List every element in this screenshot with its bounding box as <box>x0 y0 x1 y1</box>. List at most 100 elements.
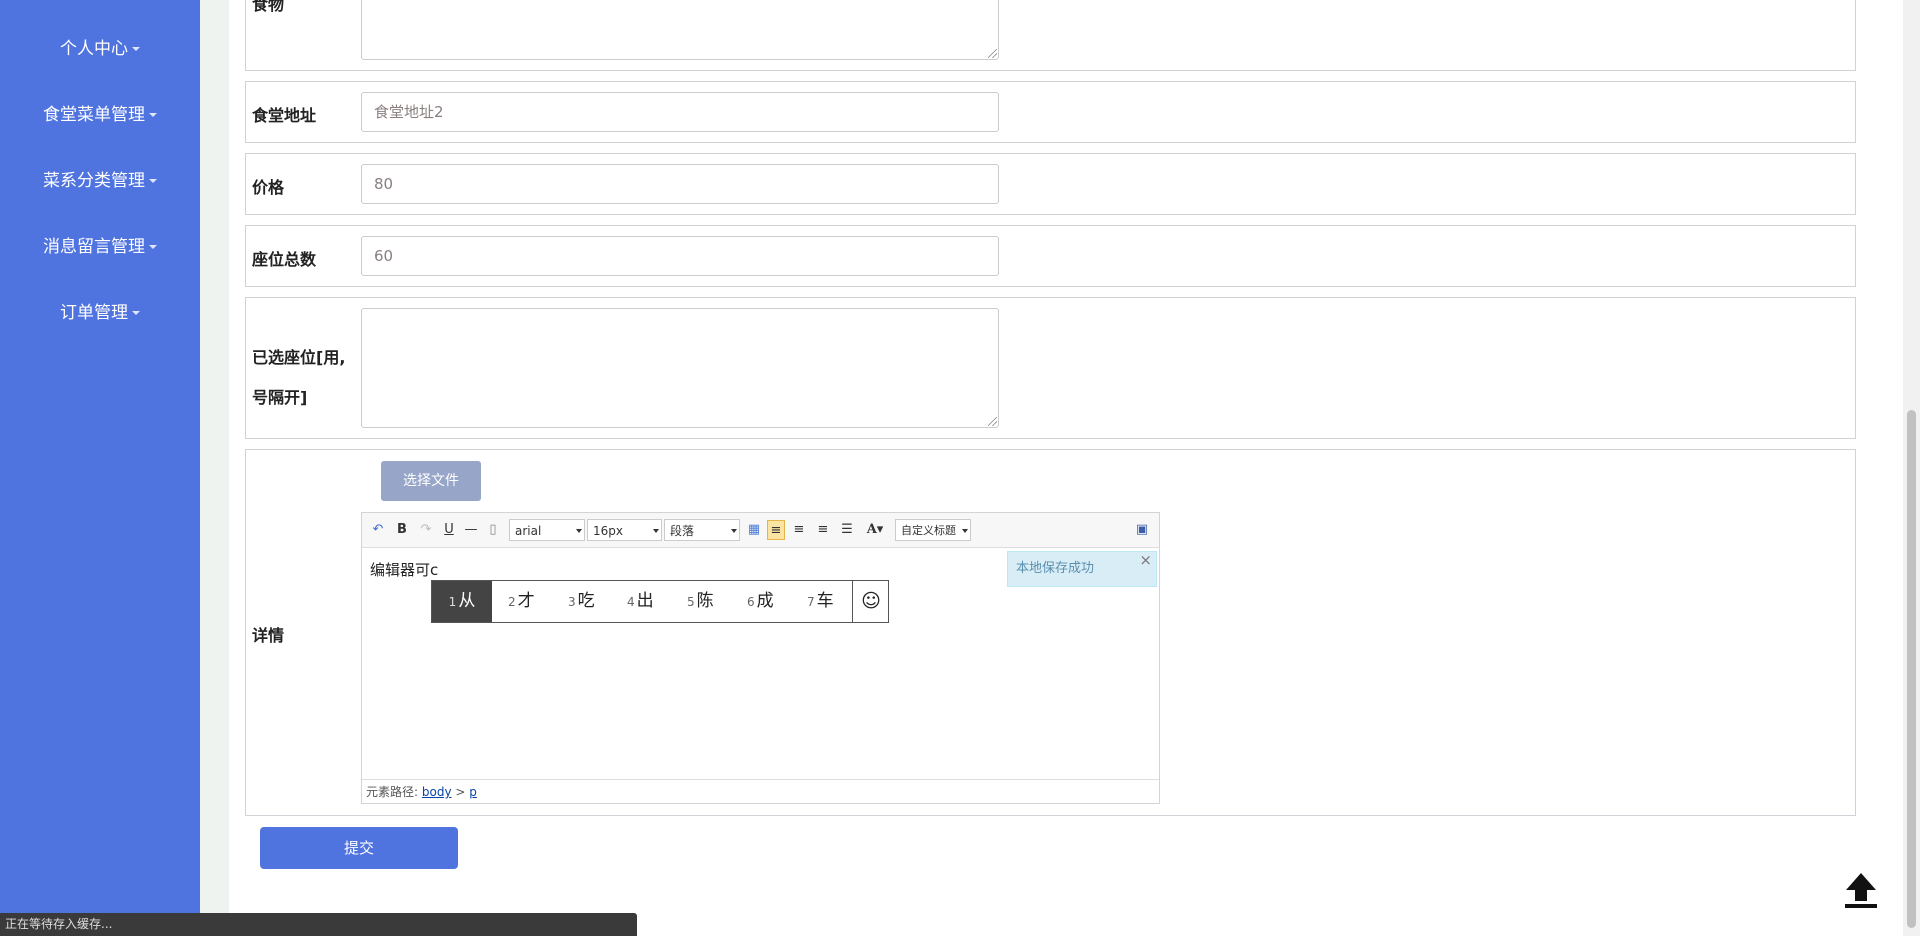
candidate-number: 2 <box>508 595 516 609</box>
field-label-line: 已选座位[用, <box>252 348 346 367</box>
candidate-char: 出 <box>636 591 654 611</box>
price-input[interactable]: 80 <box>361 164 999 204</box>
field-label: 食物 <box>252 0 285 14</box>
path-link-body[interactable]: body <box>422 785 452 799</box>
ime-candidate[interactable]: 7车 <box>807 581 834 622</box>
paragraph-select[interactable]: 段落 <box>664 519 740 541</box>
form-row-selected-seats: 已选座位[用, 号隔开] <box>245 297 1856 439</box>
seats-input[interactable]: 60 <box>361 236 999 276</box>
ime-candidate[interactable]: 3吃 <box>568 581 595 622</box>
candidate-number: 4 <box>627 595 635 609</box>
editor-toolbar: ↶ B ↷ U — ▯ arial 16px 段落 ▦ ≡ ≡ ≡ ☰ A▾ 自… <box>362 513 1159 548</box>
caret-down-icon <box>149 179 157 183</box>
sidebar-item-message-management[interactable]: 消息留言管理 <box>0 232 200 257</box>
paragraph-value: 段落 <box>670 524 695 538</box>
custom-title-select[interactable]: 自定义标题 <box>895 519 971 541</box>
sidebar: 个人中心 食堂菜单管理 菜系分类管理 消息留言管理 订单管理 <box>0 0 200 936</box>
bold-icon[interactable]: B <box>394 520 410 540</box>
sidebar-item-label: 消息留言管理 <box>43 237 145 257</box>
candidate-char: 陈 <box>696 591 714 611</box>
candidate-number: 6 <box>747 595 755 609</box>
candidate-number: 5 <box>687 595 695 609</box>
food-textarea[interactable] <box>361 0 999 60</box>
font-family-select[interactable]: arial <box>509 519 585 541</box>
candidate-number: 1 <box>448 595 457 609</box>
sidebar-item-label: 食堂菜单管理 <box>43 105 145 125</box>
candidate-char: 从 <box>458 591 476 611</box>
sidebar-item-label: 个人中心 <box>60 39 128 59</box>
candidate-char: 才 <box>517 591 535 611</box>
submit-button[interactable]: 提交 <box>260 827 458 869</box>
underline-icon[interactable]: U <box>441 520 457 540</box>
align-center-icon[interactable]: ≡ <box>815 520 831 540</box>
form-row-food: 食物 <box>245 0 1856 71</box>
fullscreen-icon[interactable]: ▣ <box>1133 520 1151 540</box>
rich-text-editor: ↶ B ↷ U — ▯ arial 16px 段落 ▦ ≡ ≡ ≡ ☰ A▾ 自… <box>361 512 1160 804</box>
sidebar-item-label: 菜系分类管理 <box>43 171 145 191</box>
align-left-icon[interactable]: ≡ <box>767 520 785 540</box>
field-label: 已选座位[用, 号隔开] <box>252 338 345 418</box>
status-bar: 正在等待存入缓存... <box>0 913 637 936</box>
redo-icon[interactable]: ↷ <box>418 520 434 540</box>
form-row-address: 食堂地址 食堂地址2 <box>245 81 1856 143</box>
resize-handle-icon[interactable] <box>988 49 997 58</box>
save-tip-text: 本地保存成功 <box>1016 561 1095 576</box>
ime-candidate[interactable]: 6成 <box>747 581 774 622</box>
ime-candidate-window: 1从 2才 3吃 4出 5陈 6成 7车 ☺ <box>431 580 889 623</box>
element-path-bar: 元素路径: body > p <box>362 779 1159 803</box>
upload-arrow-icon <box>1845 873 1877 908</box>
custom-title-value: 自定义标题 <box>901 524 956 537</box>
candidate-number: 7 <box>807 595 815 609</box>
editor-content[interactable]: 编辑器可c <box>370 559 438 580</box>
font-family-value: arial <box>515 524 542 538</box>
font-size-value: 16px <box>593 524 623 538</box>
page-scrollbar[interactable] <box>1903 0 1920 936</box>
align-justify-icon[interactable]: ☰ <box>839 520 855 540</box>
caret-down-icon <box>132 311 140 315</box>
sidebar-item-personal-center[interactable]: 个人中心 <box>0 34 200 59</box>
candidate-char: 吃 <box>577 591 595 611</box>
address-input[interactable]: 食堂地址2 <box>361 92 999 132</box>
undo-icon[interactable]: ↶ <box>370 520 386 540</box>
sidebar-item-menu-management[interactable]: 食堂菜单管理 <box>0 100 200 125</box>
chevron-down-icon <box>653 529 659 533</box>
scrollbar-thumb[interactable] <box>1907 410 1916 928</box>
horizontal-rule-icon[interactable]: — <box>463 520 479 540</box>
field-label: 食堂地址 <box>252 106 317 125</box>
path-link-p[interactable]: p <box>469 785 477 799</box>
field-label: 价格 <box>252 178 285 197</box>
sidebar-item-order-management[interactable]: 订单管理 <box>0 298 200 323</box>
sidebar-item-label: 订单管理 <box>60 303 128 323</box>
path-separator: > <box>455 785 466 799</box>
chevron-down-icon <box>731 529 737 533</box>
ime-candidate[interactable]: 2才 <box>508 581 535 622</box>
close-icon[interactable]: × <box>1139 543 1152 577</box>
resize-handle-icon[interactable] <box>988 417 997 426</box>
caret-down-icon <box>132 47 140 51</box>
caret-down-icon <box>149 245 157 249</box>
candidate-char: 车 <box>816 591 834 611</box>
align-right-icon[interactable]: ≡ <box>791 520 807 540</box>
candidate-char: 成 <box>756 591 774 611</box>
candidate-number: 3 <box>568 595 576 609</box>
selected-seats-textarea[interactable] <box>361 308 999 428</box>
font-color-icon[interactable]: A▾ <box>863 520 887 540</box>
ime-candidate[interactable]: 4出 <box>627 581 654 622</box>
field-label: 座位总数 <box>252 250 317 269</box>
sidebar-item-cuisine-management[interactable]: 菜系分类管理 <box>0 166 200 191</box>
chevron-down-icon <box>962 529 968 533</box>
field-label-line: 号隔开] <box>252 388 308 407</box>
ime-candidate[interactable]: 1从 <box>432 581 492 622</box>
form-row-seats: 座位总数 60 <box>245 225 1856 287</box>
back-to-top-icon[interactable] <box>1842 870 1880 910</box>
emoji-icon[interactable]: ☺ <box>852 581 889 622</box>
choose-file-button[interactable]: 选择文件 <box>381 461 481 501</box>
caret-down-icon <box>149 113 157 117</box>
field-label: 详情 <box>252 626 285 645</box>
local-save-tip: 本地保存成功 × <box>1007 551 1157 587</box>
table-icon[interactable]: ▦ <box>746 520 762 540</box>
font-size-select[interactable]: 16px <box>587 519 662 541</box>
document-icon[interactable]: ▯ <box>486 520 500 540</box>
ime-candidate[interactable]: 5陈 <box>687 581 714 622</box>
form-row-price: 价格 80 <box>245 153 1856 215</box>
